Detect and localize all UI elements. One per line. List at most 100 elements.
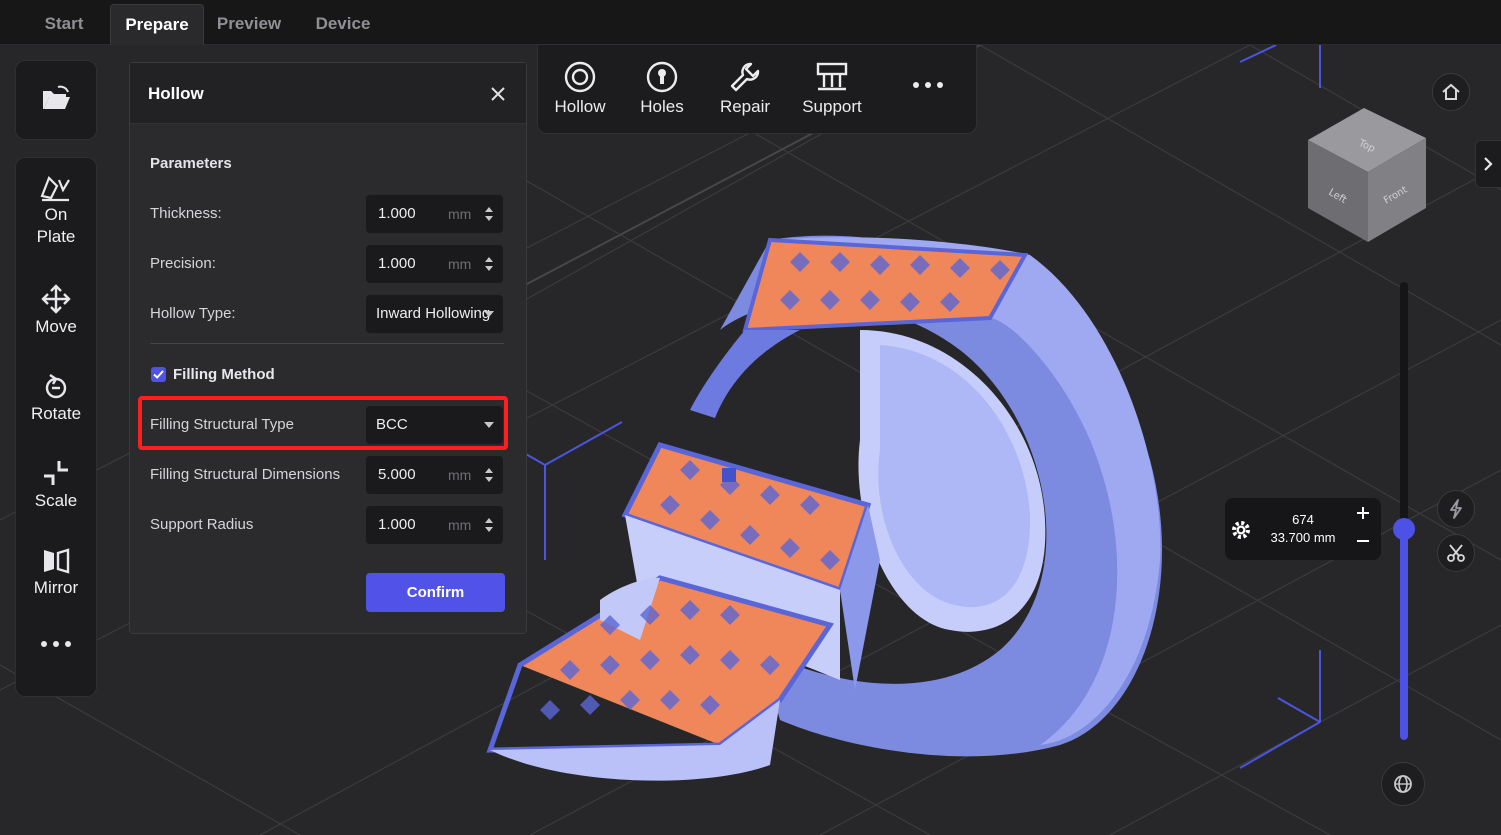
plus-icon: [1357, 507, 1369, 519]
move-icon: [41, 284, 71, 314]
expand-panel-button[interactable]: [1475, 140, 1501, 188]
support-icon: [816, 62, 848, 91]
filling-structural-type-value: BCC: [376, 416, 408, 433]
folder-open-icon: [43, 85, 70, 109]
layer-slider-fill: [1400, 528, 1408, 740]
support-tool-label: Support: [802, 97, 862, 116]
filling-method-label: Filling Method: [173, 366, 275, 383]
mirror-label: Mirror: [33, 578, 79, 597]
support-radius-unit: mm: [448, 517, 472, 533]
holes-tool-label: Holes: [640, 97, 684, 116]
hollow-type-select[interactable]: Inward Hollowing: [366, 295, 503, 333]
holes-icon: [646, 61, 678, 93]
cut-button[interactable]: [1437, 534, 1475, 572]
mirror-icon: [44, 548, 70, 574]
filling-structural-dimensions-label: Filling Structural Dimensions: [150, 466, 341, 483]
on-plate-tool[interactable]: On Plate: [16, 174, 96, 248]
stepper-icon[interactable]: [484, 256, 494, 272]
hollow-panel-header: Hollow: [130, 63, 526, 124]
parameters-heading: Parameters: [150, 155, 232, 172]
rotate-view-icon: [1394, 775, 1412, 793]
home-icon: [1442, 83, 1460, 100]
top-more-button[interactable]: [908, 81, 948, 93]
layer-slider-track[interactable]: [1400, 282, 1408, 740]
precision-label: Precision:: [150, 255, 216, 272]
on-plate-icon: [40, 176, 70, 202]
rotate-icon: [45, 374, 67, 399]
hollow-tool[interactable]: Hollow: [550, 61, 610, 117]
precision-unit: mm: [448, 256, 472, 272]
layer-number: 674: [1292, 512, 1314, 527]
chevron-down-icon: [484, 311, 494, 317]
more-horizontal-icon: [913, 82, 943, 88]
open-file-button[interactable]: [16, 85, 96, 115]
tab-prepare[interactable]: Prepare: [110, 4, 204, 45]
layer-slider-handle[interactable]: [1393, 518, 1415, 540]
thickness-unit: mm: [448, 206, 472, 222]
scale-label: Scale: [34, 491, 78, 510]
filling-method-checkbox[interactable]: [151, 367, 166, 382]
thickness-value[interactable]: 1.000: [378, 205, 416, 222]
on-plate-label-line1: On: [44, 205, 68, 224]
support-radius-field[interactable]: 1.000 mm: [366, 506, 503, 544]
filling-structural-type-select[interactable]: BCC: [366, 406, 503, 444]
scissors-icon: [1447, 544, 1465, 562]
settings-gear-icon[interactable]: [1230, 519, 1252, 541]
minus-icon: [1357, 540, 1369, 542]
left-toolbar: On Plate Move Rotate Scale Mirror: [15, 157, 97, 697]
hollow-panel-title: Hollow: [148, 84, 204, 103]
scale-tool[interactable]: Scale: [16, 458, 96, 512]
move-label: Move: [35, 317, 77, 336]
support-radius-label: Support Radius: [150, 516, 254, 533]
rotate-tool[interactable]: Rotate: [16, 371, 96, 425]
checkmark-icon: [153, 370, 164, 379]
top-tab-bar: Start Prepare Preview Device: [0, 0, 1501, 45]
filling-structural-dimensions-field[interactable]: 5.000 mm: [366, 456, 503, 494]
mirror-tool[interactable]: Mirror: [16, 545, 96, 599]
move-tool[interactable]: Move: [16, 284, 96, 338]
home-view-button[interactable]: [1432, 73, 1470, 111]
hollow-type-label: Hollow Type:: [150, 305, 236, 322]
tab-preview[interactable]: Preview: [205, 4, 293, 44]
holes-tool[interactable]: Holes: [634, 61, 690, 117]
view-cube[interactable]: Top Left Front: [1300, 100, 1430, 250]
filling-structural-type-label: Filling Structural Type: [150, 416, 294, 433]
view-reset-button[interactable]: [1381, 762, 1425, 806]
thickness-field[interactable]: 1.000 mm: [366, 195, 503, 233]
wrench-icon: [730, 62, 760, 92]
layer-height: 33.700 mm: [1270, 530, 1336, 545]
on-plate-label-line2: Plate: [36, 227, 76, 246]
stepper-icon[interactable]: [484, 206, 494, 222]
stepper-icon[interactable]: [484, 517, 494, 533]
auto-slice-button[interactable]: [1437, 490, 1475, 528]
more-horizontal-icon: [41, 641, 71, 647]
precision-field[interactable]: 1.000 mm: [366, 245, 503, 283]
hollow-panel: Hollow Parameters Thickness: 1.000 mm Pr…: [129, 62, 527, 634]
layer-decrease-button[interactable]: [1356, 534, 1370, 553]
precision-value[interactable]: 1.000: [378, 255, 416, 272]
divider: [150, 343, 504, 344]
tab-device[interactable]: Device: [298, 4, 388, 44]
tab-start[interactable]: Start: [20, 4, 108, 44]
filling-dimensions-value[interactable]: 5.000: [378, 466, 416, 483]
hollow-icon: [564, 61, 596, 93]
hollow-tool-label: Hollow: [554, 97, 606, 116]
confirm-button[interactable]: Confirm: [366, 573, 505, 612]
close-icon[interactable]: [491, 87, 505, 101]
support-radius-value[interactable]: 1.000: [378, 516, 416, 533]
thickness-label: Thickness:: [150, 205, 222, 222]
repair-tool[interactable]: Repair: [716, 61, 774, 117]
repair-tool-label: Repair: [719, 97, 771, 116]
chevron-down-icon: [484, 422, 494, 428]
hollow-type-value: Inward Hollowing: [376, 305, 491, 322]
lightning-icon: [1450, 499, 1462, 519]
support-tool[interactable]: Support: [798, 61, 866, 117]
layer-increase-button[interactable]: [1356, 500, 1370, 526]
layer-readout-panel: 674 33.700 mm: [1225, 498, 1381, 560]
filling-dimensions-unit: mm: [448, 467, 472, 483]
open-file-panel: [15, 60, 97, 140]
rotate-label: Rotate: [30, 404, 82, 423]
more-tools-button[interactable]: [16, 640, 96, 650]
top-toolbar: Hollow Holes Repair Support: [537, 44, 977, 134]
stepper-icon[interactable]: [484, 467, 494, 483]
